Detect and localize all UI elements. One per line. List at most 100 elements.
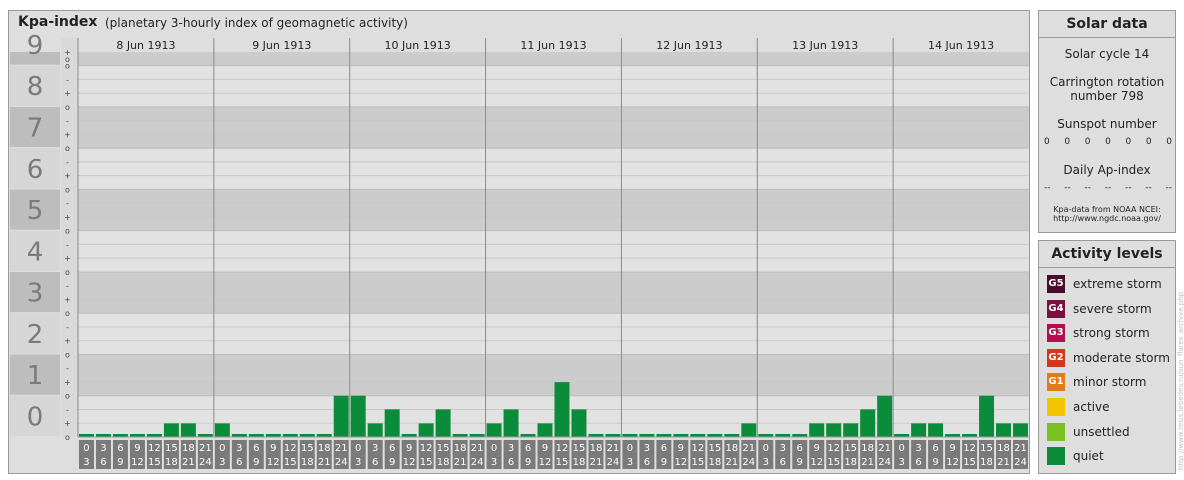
y-level-label: 1	[27, 361, 44, 391]
day-label: 11 Jun 1913	[520, 39, 586, 52]
band-level-2	[78, 313, 1029, 355]
interval-start-label: 6	[797, 443, 803, 454]
interval-end-label: 24	[742, 457, 755, 468]
interval-end-label: 12	[946, 457, 959, 468]
interval-start-label: 6	[661, 443, 667, 454]
interval-start-label: 18	[182, 443, 195, 454]
kpa-bar	[350, 395, 366, 437]
kpa-bar	[384, 409, 400, 437]
interval-end-label: 21	[182, 457, 195, 468]
interval-start-label: 3	[100, 443, 106, 454]
y-subtick-label: -	[66, 117, 69, 126]
y-subtick-label: -	[66, 75, 69, 84]
interval-end-label: 18	[437, 457, 450, 468]
interval-start-label: 21	[607, 443, 620, 454]
sunspot-values: 0 0 0 0 0 0 0	[1044, 137, 1172, 147]
y-level-label: 5	[27, 196, 44, 226]
day-label: 9 Jun 1913	[252, 39, 311, 52]
interval-start-label: 6	[253, 443, 259, 454]
interval-start-label: 12	[827, 443, 840, 454]
activity-level-label: active	[1073, 400, 1110, 414]
kpa-bar	[928, 423, 944, 437]
kpa-bar	[163, 423, 179, 437]
interval-start-label: 0	[355, 443, 361, 454]
interval-start-label: 3	[508, 443, 514, 454]
y-subtick-label: +	[64, 295, 71, 304]
interval-start-label: 21	[878, 443, 891, 454]
interval-start-label: 9	[814, 443, 820, 454]
activity-level-swatch	[1047, 447, 1065, 466]
subtick-cell-3	[61, 271, 78, 314]
y-subtick-label: +	[64, 172, 71, 181]
ap-index-value: --	[1084, 183, 1092, 193]
y-subtick-label: o	[65, 350, 70, 359]
interval-start-label: 3	[915, 443, 921, 454]
subtick-cell-8	[61, 65, 78, 107]
interval-end-label: 9	[253, 457, 259, 468]
interval-end-label: 9	[661, 457, 667, 468]
interval-start-label: 9	[406, 443, 412, 454]
interval-end-label: 15	[963, 457, 976, 468]
interval-end-label: 6	[508, 457, 514, 468]
interval-start-label: 15	[301, 443, 314, 454]
interval-end-label: 3	[355, 457, 361, 468]
interval-start-label: 3	[780, 443, 786, 454]
interval-end-label: 18	[573, 457, 586, 468]
source-line2: http://www.ngdc.noaa.gov/	[1053, 214, 1161, 223]
interval-start-label: 21	[742, 443, 755, 454]
kpa-bar	[486, 423, 502, 437]
day-label: 14 Jun 1913	[928, 39, 994, 52]
ap-index-value: --	[1064, 183, 1071, 193]
interval-start-label: 18	[725, 443, 738, 454]
y-level-label: 7	[27, 114, 44, 144]
interval-end-label: 24	[471, 457, 484, 468]
activity-level-swatch: G5	[1047, 275, 1065, 293]
activity-level-row: G5 extreme storm	[1047, 275, 1162, 293]
y-subtick-label: +	[64, 254, 71, 263]
y-level-label: 2	[27, 320, 44, 350]
activity-level-label: unsettled	[1073, 424, 1130, 439]
carrington-rotation-line1: Carrington rotation	[1049, 75, 1165, 89]
kpa-bar	[537, 423, 553, 437]
activity-level-swatch: G3	[1047, 324, 1065, 343]
interval-start-label: 0	[219, 443, 225, 454]
interval-start-label: 21	[335, 443, 348, 454]
subtick-cell-6	[61, 148, 78, 190]
sunspot-value: 0	[1125, 137, 1132, 147]
y-subtick-label: o	[65, 55, 70, 64]
band-level-7	[78, 106, 1029, 149]
interval-end-label: 24	[878, 457, 891, 468]
interval-end-label: 12	[539, 457, 552, 468]
interval-end-label: 12	[810, 457, 823, 468]
sunspot-value: 0	[1044, 137, 1050, 147]
interval-end-label: 24	[199, 457, 212, 468]
y-subtick-label: +	[64, 337, 71, 346]
activity-level-swatch	[1047, 398, 1065, 416]
activity-level-swatch: G1	[1047, 373, 1065, 392]
activity-level-swatch: G4	[1047, 299, 1065, 318]
interval-end-label: 3	[627, 457, 633, 468]
interval-end-label: 12	[674, 457, 687, 468]
interval-end-label: 24	[1014, 457, 1027, 468]
y-subtick-label: o	[65, 103, 70, 112]
interval-start-label: 12	[691, 443, 704, 454]
sunspot-label: Sunspot number	[1057, 117, 1157, 131]
y-subtick-label: o	[65, 144, 70, 153]
interval-end-label: 15	[556, 457, 569, 468]
band-level-3	[78, 271, 1029, 314]
interval-end-label: 21	[861, 457, 874, 468]
activity-level-row: G1 minor storm	[1047, 373, 1147, 392]
interval-start-label: 3	[644, 443, 650, 454]
band-level-8	[78, 65, 1029, 107]
activity-levels-panel: Activity levels G5 extreme storm G4 severe …	[1038, 240, 1176, 474]
subtick-cell-2	[61, 313, 78, 355]
kpa-bar	[1013, 423, 1028, 437]
subtick-cell-0	[61, 395, 78, 437]
activity-level-label: minor storm	[1073, 375, 1147, 390]
band-level-6	[78, 148, 1029, 190]
y-subtick-label: o	[65, 433, 70, 442]
band-level-4	[78, 230, 1029, 272]
sunspot-value: 0	[1084, 137, 1091, 147]
interval-end-label: 24	[607, 457, 620, 468]
y-subtick-label: o	[65, 392, 70, 401]
